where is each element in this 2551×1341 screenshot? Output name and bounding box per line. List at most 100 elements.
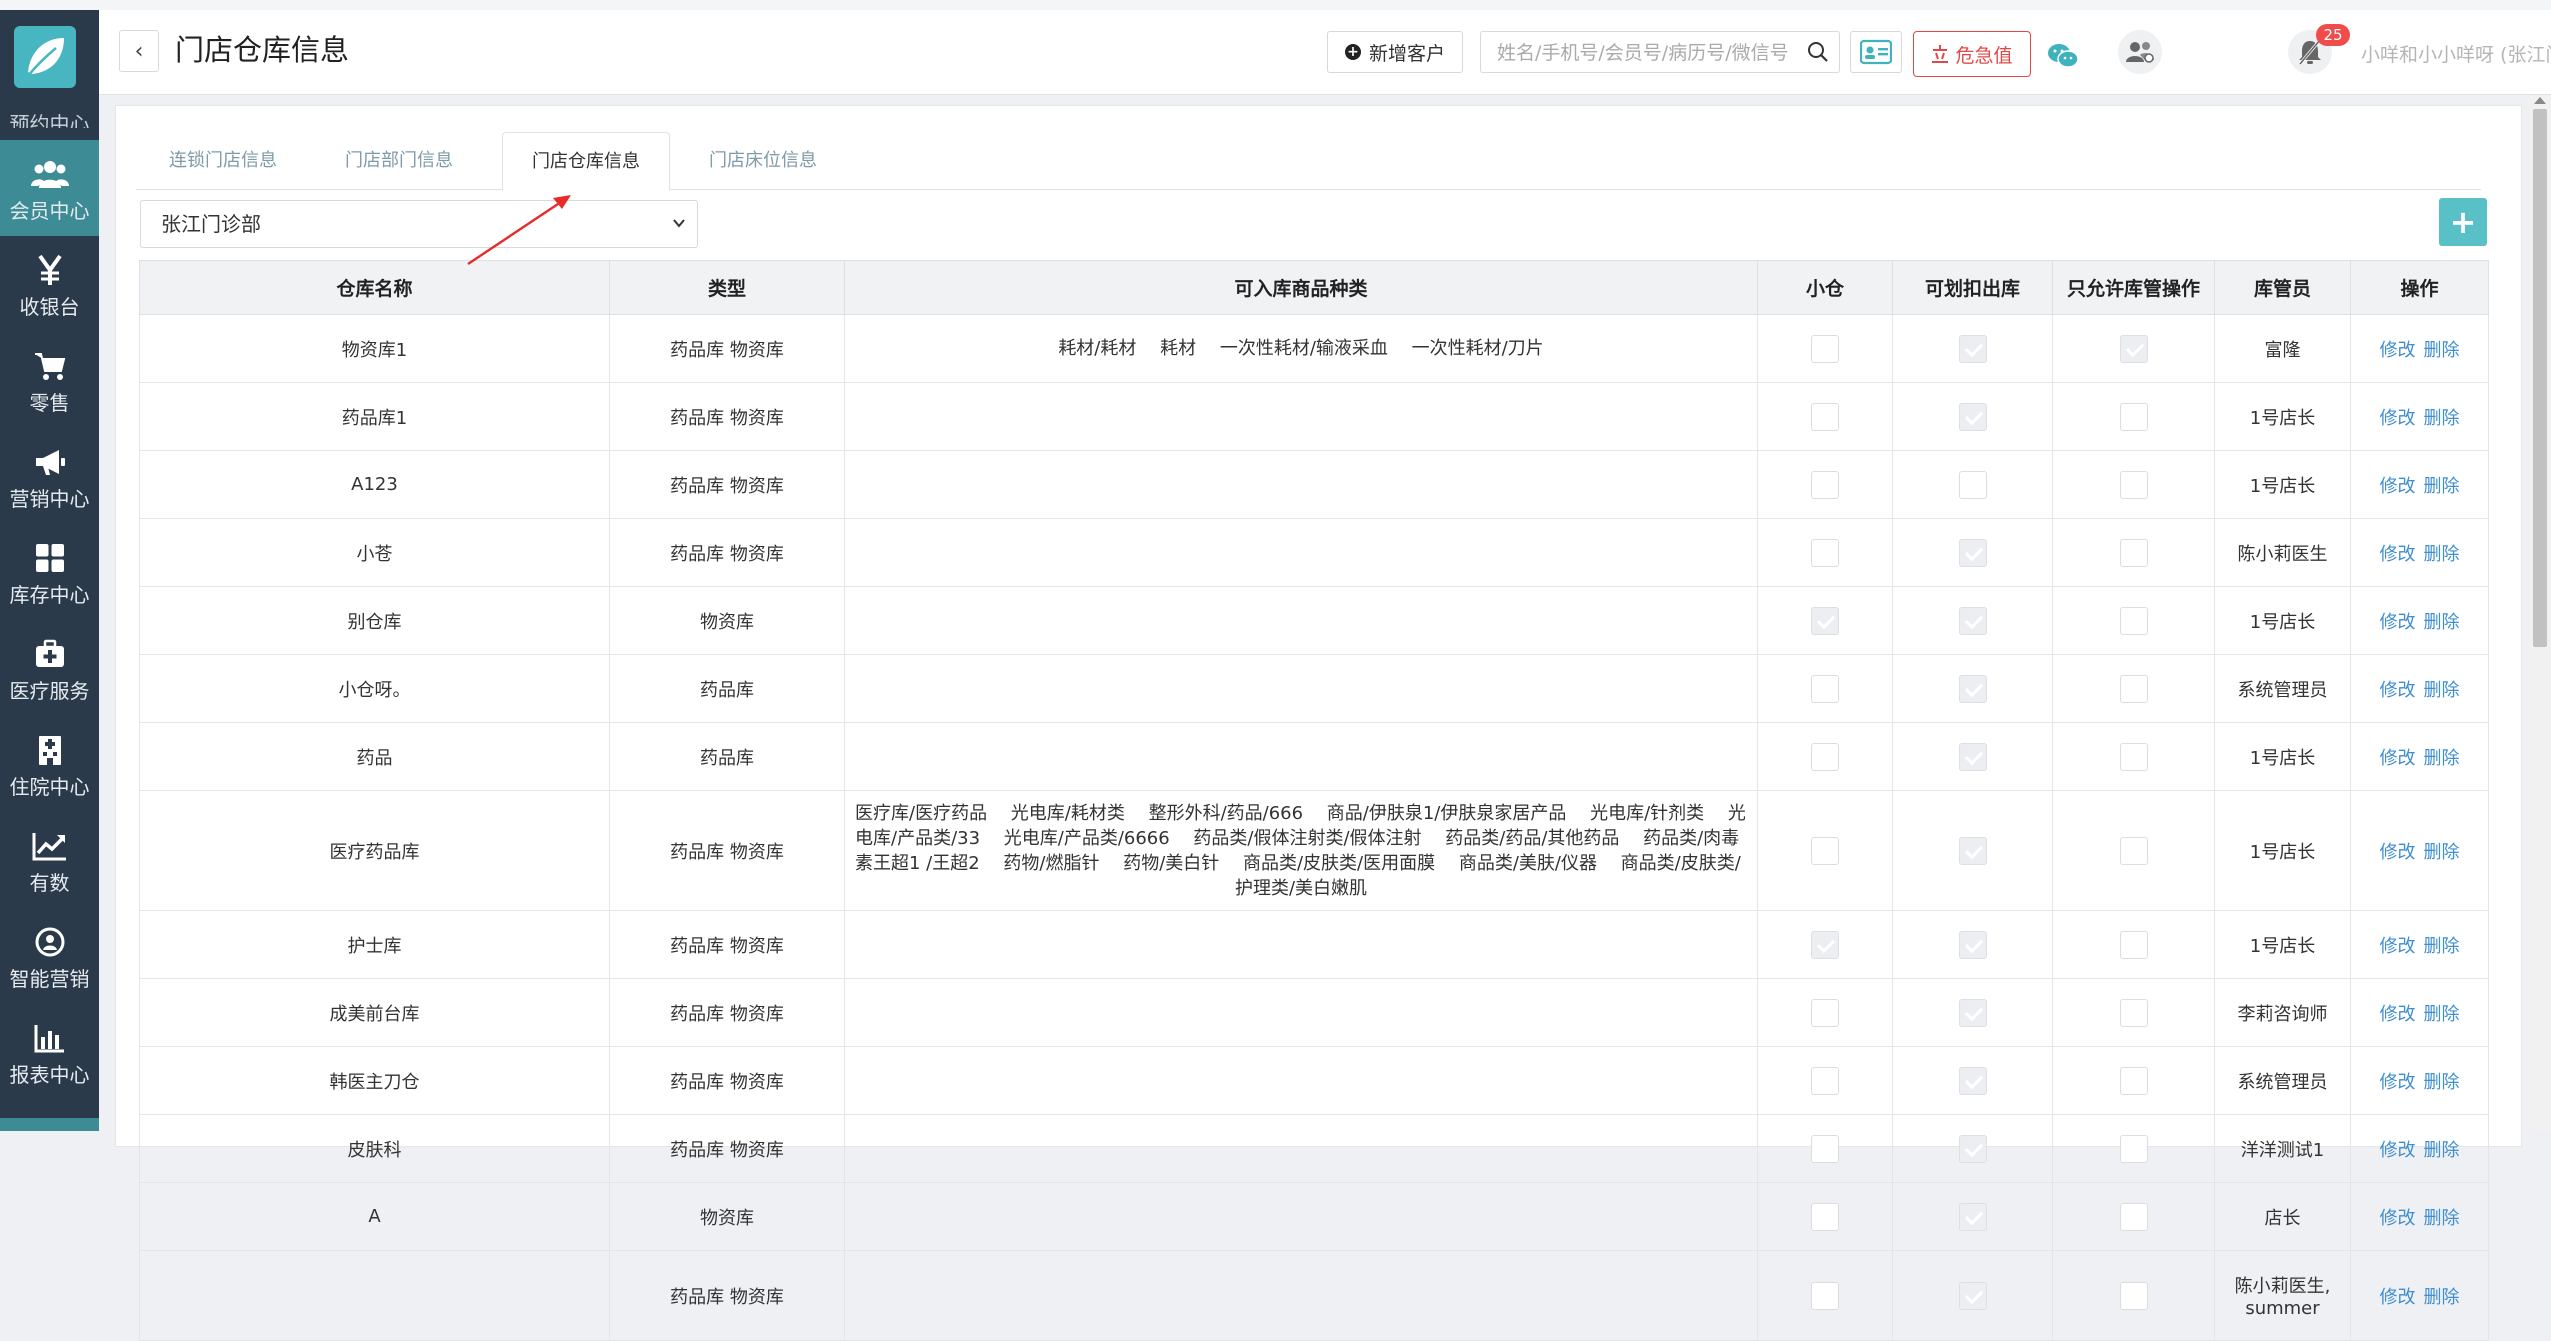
add-customer-button[interactable]: + 新增客户 bbox=[1327, 31, 1463, 73]
goods-categories-cell bbox=[844, 586, 1758, 655]
col-header-deductible[interactable]: 可划扣出库 bbox=[1892, 260, 2053, 315]
edit-link[interactable]: 修改 bbox=[2380, 1004, 2416, 1025]
sidebar-item-6[interactable]: 住院中心 bbox=[0, 716, 99, 812]
sidebar-item-1[interactable]: 收银台 bbox=[0, 236, 99, 332]
delete-link[interactable]: 删除 bbox=[2424, 544, 2460, 565]
col-header-actions[interactable]: 操作 bbox=[2350, 260, 2489, 315]
edit-link[interactable]: 修改 bbox=[2380, 340, 2416, 361]
small-warehouse-checkbox bbox=[1811, 836, 1839, 865]
edit-link[interactable]: 修改 bbox=[2380, 748, 2416, 769]
admin-only-cell bbox=[2052, 518, 2215, 587]
edit-link[interactable]: 修改 bbox=[2380, 1208, 2416, 1229]
col-header-warehouse-name[interactable]: 仓库名称 bbox=[139, 260, 610, 315]
edit-link[interactable]: 修改 bbox=[2380, 476, 2416, 497]
actions-cell: 修改 删除 bbox=[2350, 382, 2489, 451]
actions-cell: 修改 删除 bbox=[2350, 1114, 2489, 1183]
table-row: 药品 药品库 1号店长 修改 删除 bbox=[139, 722, 2489, 791]
sidebar-item-cut-label[interactable]: 预约中心 bbox=[0, 114, 99, 128]
col-header-type[interactable]: 类型 bbox=[609, 260, 845, 315]
keeper-cell: 李莉咨询师 bbox=[2214, 978, 2351, 1047]
keeper-cell: 陈小莉医生, summer bbox=[2214, 1250, 2351, 1341]
id-card-reader-button[interactable] bbox=[1850, 31, 1902, 73]
edit-link[interactable]: 修改 bbox=[2380, 612, 2416, 633]
app-logo[interactable] bbox=[14, 26, 76, 88]
edit-link[interactable]: 修改 bbox=[2380, 1287, 2416, 1308]
edit-link[interactable]: 修改 bbox=[2380, 1140, 2416, 1161]
keeper-cell: 富隆 bbox=[2214, 314, 2351, 383]
tab-chain-store-info[interactable]: 连锁门店信息 bbox=[136, 132, 310, 189]
delete-link[interactable]: 删除 bbox=[2424, 842, 2460, 863]
edit-link[interactable]: 修改 bbox=[2380, 1072, 2416, 1093]
add-warehouse-button[interactable]: + bbox=[2439, 198, 2487, 246]
edit-link[interactable]: 修改 bbox=[2380, 408, 2416, 429]
admin-only-checkbox bbox=[2119, 1066, 2148, 1095]
warehouse-type-cell: 物资库 bbox=[609, 1182, 845, 1251]
page-scrollbar[interactable] bbox=[2529, 95, 2551, 1131]
delete-link[interactable]: 删除 bbox=[2424, 936, 2460, 957]
grid-icon bbox=[0, 540, 99, 576]
small-warehouse-cell bbox=[1757, 314, 1893, 383]
sidebar-item-2[interactable]: 零售 bbox=[0, 332, 99, 428]
delete-link[interactable]: 删除 bbox=[2424, 476, 2460, 497]
delete-link[interactable]: 删除 bbox=[2424, 1072, 2460, 1093]
edit-link[interactable]: 修改 bbox=[2380, 842, 2416, 863]
admin-only-cell bbox=[2052, 382, 2215, 451]
small-warehouse-checkbox bbox=[1811, 538, 1839, 567]
col-header-admin-only[interactable]: 只允许库管操作 bbox=[2052, 260, 2215, 315]
sidebar-item-3[interactable]: 营销中心 bbox=[0, 428, 99, 524]
wechat-button[interactable] bbox=[2043, 36, 2083, 76]
col-header-small-warehouse[interactable]: 小仓 bbox=[1757, 260, 1893, 315]
col-header-keeper[interactable]: 库管员 bbox=[2214, 260, 2351, 315]
edit-link[interactable]: 修改 bbox=[2380, 680, 2416, 701]
goods-categories-cell bbox=[844, 518, 1758, 587]
tab-store-bed-info[interactable]: 门店床位信息 bbox=[674, 132, 852, 189]
store-select[interactable]: 张江门诊部 bbox=[140, 200, 698, 248]
delete-link[interactable]: 删除 bbox=[2424, 680, 2460, 701]
sidebar-item-9[interactable]: 报表中心 bbox=[0, 1004, 99, 1100]
sidebar-item-4[interactable]: 库存中心 bbox=[0, 524, 99, 620]
tab-store-warehouse-info[interactable]: 门店仓库信息 bbox=[502, 132, 670, 191]
edit-link[interactable]: 修改 bbox=[2380, 936, 2416, 957]
search-icon[interactable] bbox=[1807, 41, 1829, 67]
admin-only-checkbox bbox=[2119, 402, 2148, 431]
user-menu[interactable]: 小咩和小小咩呀 (张江门诊部) ⌄ bbox=[2361, 40, 2551, 67]
delete-link[interactable]: 删除 bbox=[2424, 1140, 2460, 1161]
scrollbar-thumb[interactable] bbox=[2533, 109, 2547, 647]
sidebar-item-label: 收银台 bbox=[19, 295, 80, 319]
sidebar-item-5[interactable]: 医疗服务 bbox=[0, 620, 99, 716]
table-row: 小苍 药品库 物资库 陈小莉医生 修改 删除 bbox=[139, 518, 2489, 587]
deductible-cell bbox=[1892, 978, 2053, 1047]
delete-link[interactable]: 删除 bbox=[2424, 1208, 2460, 1229]
trend-icon bbox=[0, 828, 99, 864]
scroll-up-arrow-icon[interactable] bbox=[2534, 97, 2546, 104]
warehouse-name-cell: 皮肤科 bbox=[139, 1114, 610, 1183]
sidebar-item-0[interactable]: 会员中心 bbox=[0, 140, 99, 236]
sidebar-item-partial[interactable] bbox=[0, 1118, 99, 1131]
critical-value-button[interactable]: 危急值 bbox=[1913, 31, 2031, 77]
sidebar-item-7[interactable]: 有数 bbox=[0, 812, 99, 908]
tab-store-department-info[interactable]: 门店部门信息 bbox=[310, 132, 488, 189]
cart-icon bbox=[0, 348, 99, 384]
sidebar-item-8[interactable]: 智能营销 bbox=[0, 908, 99, 1004]
delete-link[interactable]: 删除 bbox=[2424, 612, 2460, 633]
sidebar-item-label: 住院中心 bbox=[9, 775, 90, 799]
delete-link[interactable]: 删除 bbox=[2424, 408, 2460, 429]
search-input[interactable] bbox=[1495, 38, 1799, 68]
delete-link[interactable]: 删除 bbox=[2424, 1287, 2460, 1308]
keeper-cell: 1号店长 bbox=[2214, 586, 2351, 655]
small-warehouse-checkbox bbox=[1811, 1066, 1839, 1095]
warning-icon bbox=[1932, 45, 1949, 63]
team-button[interactable] bbox=[2118, 30, 2162, 74]
deductible-cell bbox=[1892, 314, 2053, 383]
warehouse-name-cell: 小仓呀。 bbox=[139, 654, 610, 723]
warehouse-type-cell: 药品库 物资库 bbox=[609, 790, 845, 911]
delete-link[interactable]: 删除 bbox=[2424, 340, 2460, 361]
sidebar-item-label: 报表中心 bbox=[9, 1063, 90, 1087]
back-button[interactable]: ‹ bbox=[119, 30, 159, 72]
goods-categories-cell bbox=[844, 654, 1758, 723]
small-warehouse-cell bbox=[1757, 382, 1893, 451]
delete-link[interactable]: 删除 bbox=[2424, 748, 2460, 769]
col-header-goods-categories[interactable]: 可入库商品种类 bbox=[844, 260, 1758, 315]
edit-link[interactable]: 修改 bbox=[2380, 544, 2416, 565]
delete-link[interactable]: 删除 bbox=[2424, 1004, 2460, 1025]
